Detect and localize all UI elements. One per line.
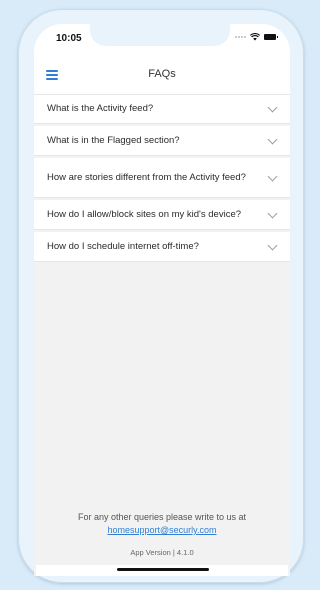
app-version: App Version | 4.1.0 bbox=[130, 548, 194, 557]
faq-item-activity-feed[interactable]: What is the Activity feed? bbox=[34, 95, 290, 124]
signal-icon bbox=[235, 36, 246, 38]
page-title: FAQs bbox=[148, 68, 176, 80]
faq-list: What is the Activity feed? What is in th… bbox=[34, 95, 290, 264]
support-message: For any other queries please write to us… bbox=[34, 511, 290, 537]
chevron-down-icon bbox=[267, 208, 278, 218]
faq-question: How are stories different from the Activ… bbox=[47, 171, 246, 183]
faq-item-off-time[interactable]: How do I schedule internet off-time? bbox=[34, 232, 290, 262]
faq-question: What is the Activity feed? bbox=[47, 103, 154, 114]
faq-question: What is in the Flagged section? bbox=[47, 134, 180, 146]
status-icons bbox=[235, 33, 278, 41]
app-header: FAQs bbox=[34, 58, 290, 95]
support-email-link[interactable]: homesupport@securly.com bbox=[107, 525, 216, 535]
status-time: 10:05 bbox=[56, 33, 82, 44]
support-text: For any other queries please write to us… bbox=[77, 512, 247, 522]
status-bar: 10:05 bbox=[34, 24, 290, 58]
home-indicator[interactable] bbox=[117, 568, 209, 571]
app-screen: 10:05 FAQs What is the Activity feed? Wh… bbox=[34, 24, 290, 576]
chevron-down-icon bbox=[267, 240, 278, 250]
chevron-down-icon bbox=[267, 171, 278, 181]
faq-question: How do I allow/block sites on my kid's d… bbox=[47, 208, 242, 220]
faq-item-allow-block[interactable]: How do I allow/block sites on my kid's d… bbox=[34, 200, 290, 230]
faq-item-stories[interactable]: How are stories different from the Activ… bbox=[34, 158, 290, 198]
chevron-down-icon bbox=[267, 134, 278, 144]
wifi-icon bbox=[250, 33, 260, 41]
battery-icon bbox=[264, 34, 278, 40]
phone-notch bbox=[90, 24, 230, 46]
faq-item-flagged-section[interactable]: What is in the Flagged section? bbox=[34, 126, 290, 156]
faq-question: How do I schedule internet off-time? bbox=[47, 240, 199, 252]
chevron-down-icon bbox=[267, 102, 278, 113]
